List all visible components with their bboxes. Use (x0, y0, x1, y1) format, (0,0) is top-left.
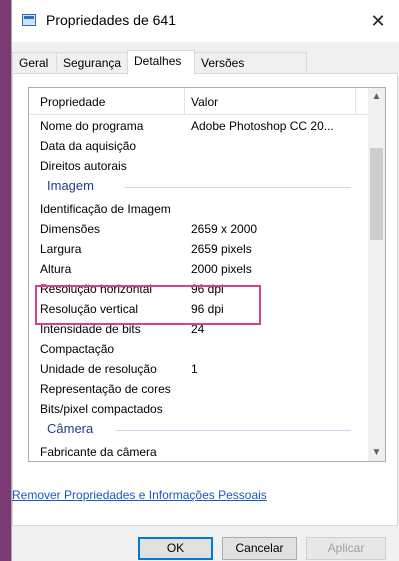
properties-dialog: Propriedades de 641 ✕ Geral Segurança De… (11, 0, 399, 561)
property-name: Largura (40, 242, 82, 256)
section-divider (124, 187, 351, 188)
list-item[interactable]: Largura 2659 pixels (29, 239, 369, 259)
list-item[interactable]: Compactação (29, 339, 369, 359)
property-name: Intensidade de bits (40, 322, 141, 336)
property-name: Representação de cores (40, 382, 171, 396)
section-label: Câmera (47, 421, 94, 436)
column-divider (355, 88, 356, 114)
property-value: 96 dpi (191, 282, 224, 296)
chevron-up-icon: ▲ (371, 91, 382, 102)
property-value: 1 (191, 362, 198, 376)
chevron-down-icon: ▼ (371, 447, 382, 458)
list-item[interactable]: Intensidade de bits 24 (29, 319, 369, 339)
list-item[interactable]: Modelo da câmera (29, 460, 369, 461)
list-item[interactable]: Bits/pixel compactados (29, 399, 369, 419)
list-item[interactable]: Resolução vertical 96 dpi (29, 299, 369, 319)
list-item[interactable]: Unidade de resolução 1 (29, 359, 369, 379)
list-item[interactable]: Dimensões 2659 x 2000 (29, 219, 369, 239)
ok-button[interactable]: OK (138, 537, 213, 560)
list-item[interactable]: Fabricante da câmera (29, 442, 369, 461)
tab-seguranca[interactable]: Segurança (56, 52, 128, 72)
vertical-scrollbar[interactable]: ▲ ▼ (368, 88, 385, 461)
property-name: Bits/pixel compactados (40, 402, 163, 416)
property-name: Dimensões (40, 222, 101, 236)
list-header: Propriedade Valor (29, 88, 369, 115)
property-name: Nome do programa (40, 119, 144, 133)
property-name: Data da aquisição (40, 139, 137, 153)
property-name: Altura (40, 262, 72, 276)
tab-versoes-anteriores[interactable]: Versões Anteriores (194, 52, 307, 90)
property-value: 2659 x 2000 (191, 222, 258, 236)
property-value: 24 (191, 322, 205, 336)
property-name: Direitos autorais (40, 159, 127, 173)
property-value: 2659 pixels (191, 242, 252, 256)
property-value: 2000 pixels (191, 262, 252, 276)
properties-list[interactable]: Propriedade Valor Nome do programa Adobe… (28, 87, 386, 462)
section-label: Imagem (47, 178, 94, 193)
column-divider (184, 88, 185, 114)
property-value: 96 dpi (191, 302, 224, 316)
tab-geral[interactable]: Geral (12, 52, 57, 72)
list-item[interactable]: Identificação de Imagem (29, 199, 369, 219)
scroll-thumb[interactable] (370, 148, 383, 240)
list-item[interactable]: Direitos autorais (29, 156, 369, 176)
scroll-up-button[interactable]: ▲ (368, 88, 385, 105)
cancel-button[interactable]: Cancelar (222, 537, 297, 560)
close-button[interactable]: ✕ (356, 0, 399, 42)
scroll-down-button[interactable]: ▼ (368, 444, 385, 461)
column-header-value[interactable]: Valor (191, 95, 218, 109)
property-value: Adobe Photoshop CC 20... (191, 119, 334, 133)
tab-detalhes[interactable]: Detalhes (127, 50, 195, 75)
close-icon: ✕ (370, 10, 386, 31)
tab-strip: Geral Segurança Detalhes Versões Anterio… (12, 50, 399, 90)
details-panel: Propriedade Valor Nome do programa Adobe… (12, 73, 398, 526)
property-name: Compactação (40, 342, 115, 356)
property-name: Fabricante da câmera (40, 445, 157, 459)
list-item[interactable]: Representação de cores (29, 379, 369, 399)
title-bar: Propriedades de 641 ✕ (12, 0, 399, 42)
apply-button[interactable]: Aplicar (306, 537, 386, 560)
section-header-image: Imagem (29, 176, 369, 198)
list-item[interactable]: Resolução horizontal 96 dpi (29, 279, 369, 299)
list-item[interactable]: Altura 2000 pixels (29, 259, 369, 279)
column-header-property[interactable]: Propriedade (40, 95, 105, 109)
list-item[interactable]: Data da aquisição (29, 136, 369, 156)
property-name: Identificação de Imagem (40, 202, 171, 216)
window-title: Propriedades de 641 (46, 12, 176, 28)
section-divider (116, 430, 351, 431)
list-item[interactable]: Nome do programa Adobe Photoshop CC 20..… (29, 116, 369, 136)
property-name: Resolução vertical (40, 302, 139, 316)
property-name: Unidade de resolução (40, 362, 157, 376)
window-app-icon (22, 14, 36, 26)
section-header-camera: Câmera (29, 419, 369, 441)
remove-properties-link[interactable]: Remover Propriedades e Informações Pesso… (12, 488, 267, 502)
property-name: Resolução horizontal (40, 282, 153, 296)
